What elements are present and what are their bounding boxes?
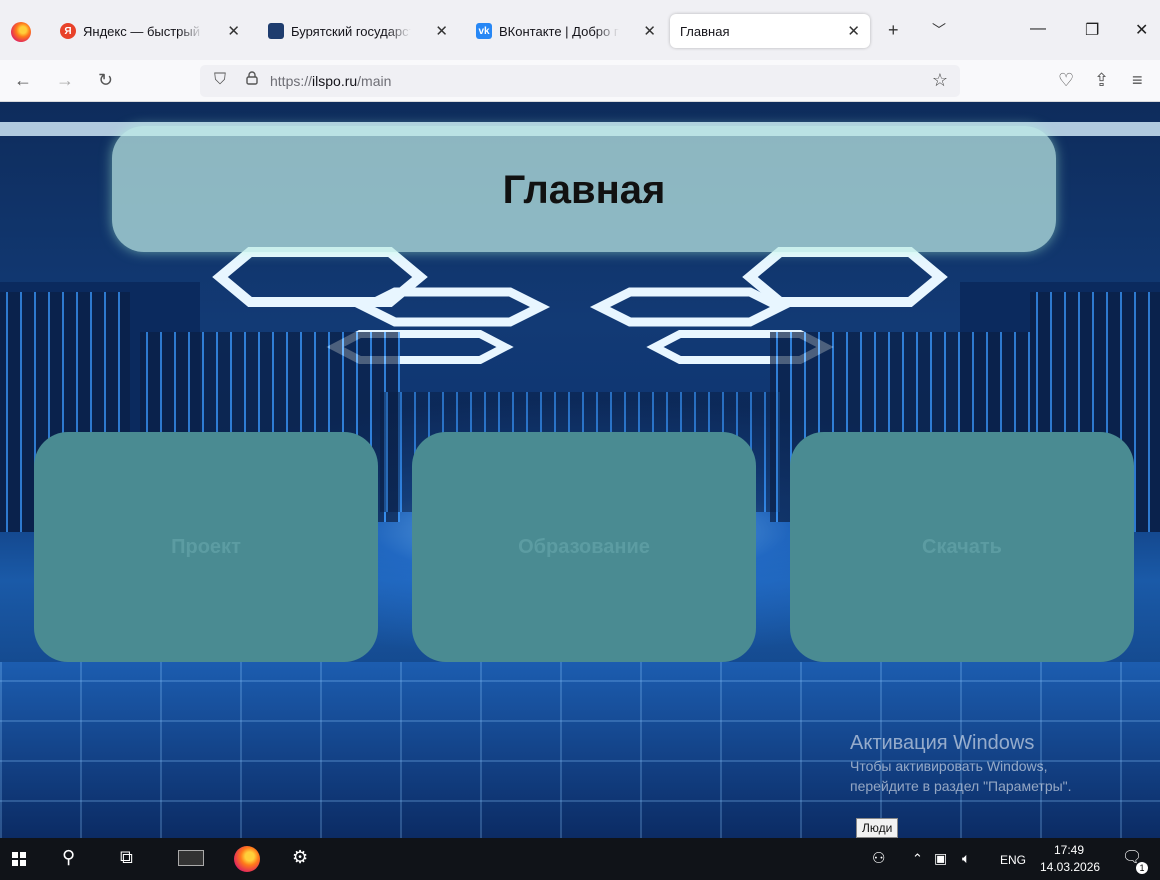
settings-gear-icon[interactable]: ⚙ [292,847,308,868]
header-panel: Главная [112,126,1056,252]
bookmark-star-icon[interactable]: ☆ [932,70,948,91]
tab-yandex[interactable]: Я Яндекс — быстрый п ✕ [50,14,250,48]
reload-icon[interactable]: ↻ [98,70,113,91]
project-button-label: Проект [171,535,241,558]
navigation-bar: ← → ↻ ⛉ https://ilspo.ru/main ☆ ♡ ⇪ ≡ [0,60,1160,102]
url-scheme: https:// [270,73,313,89]
url-path: /main [357,73,392,89]
project-button[interactable]: Проект [34,432,378,662]
network-icon[interactable]: ▣ [934,850,947,867]
yandex-icon: Я [60,23,76,39]
tab-vk[interactable]: vk ВКонтакте | Добро пож ✕ [466,14,666,48]
firefox-taskbar-icon[interactable] [234,846,260,872]
download-button-label: Скачать [922,535,1002,558]
tab-title: Бурятский государстве [291,23,411,39]
close-tab-icon[interactable]: ✕ [227,22,240,40]
tab-bgu[interactable]: Бурятский государстве ✕ [258,14,458,48]
bgu-icon [268,23,284,39]
windows-taskbar: ⚲ ⧉ ⚙ ⚇ ⌃ ▣ 🔈︎ ENG 17:49 14.03.2026 🗨︎ 1 [0,838,1160,880]
tab-title: Главная [680,23,730,39]
vk-icon: vk [476,23,492,39]
restore-icon[interactable]: ❐ [1085,20,1099,40]
share-icon[interactable]: ⇪ [1094,70,1109,91]
screen: Я Яндекс — быстрый п ✕ Бурятский государ… [0,0,1160,880]
tracking-protection-icon[interactable]: ⛉ [214,71,226,89]
search-icon[interactable]: ⚲ [62,847,75,868]
forward-icon[interactable]: → [56,70,74,91]
notification-count-badge: 1 [1136,862,1148,874]
clock-date[interactable]: 14.03.2026 [1040,860,1100,874]
url-domain: ilspo.ru [312,73,358,89]
start-icon[interactable] [12,852,26,866]
firefox-menu-icon[interactable] [11,22,31,42]
close-window-icon[interactable]: ✕ [1135,20,1148,40]
people-tooltip: Люди [856,818,899,838]
page-content: Главная Проект Образование Скачать Актив… [0,102,1160,838]
activation-title: Активация Windows [850,732,1035,754]
close-tab-icon[interactable]: ✕ [643,22,656,40]
terminal-icon[interactable] [178,850,204,866]
clock-time[interactable]: 17:49 [1054,843,1084,857]
list-tabs-icon[interactable]: ﹀ [932,20,946,40]
lock-icon[interactable] [246,71,258,85]
activation-line-2: перейдите в раздел "Параметры". [850,778,1072,794]
close-tab-icon[interactable]: ✕ [847,22,860,40]
download-button[interactable]: Скачать [790,432,1134,662]
tray-expand-icon[interactable]: ⌃ [912,851,923,867]
windows-activation-watermark: Активация Windows Чтобы активировать Win… [850,730,1072,796]
education-button-label: Образование [518,535,650,558]
browser-tab-bar: Я Яндекс — быстрый п ✕ Бурятский государ… [0,0,1160,60]
tab-title: ВКонтакте | Добро пож [499,23,619,39]
volume-icon[interactable]: 🔈︎ [962,850,970,867]
url-text[interactable]: https://ilspo.ru/main [270,73,391,89]
minimize-icon[interactable]: — [1030,20,1046,38]
url-bar[interactable]: ⛉ https://ilspo.ru/main ☆ [200,65,960,97]
education-button[interactable]: Образование [412,432,756,662]
app-menu-icon[interactable]: ≡ [1132,70,1143,91]
people-icon[interactable]: ⚇ [872,849,885,867]
task-view-icon[interactable]: ⧉ [120,847,133,868]
pocket-icon[interactable]: ♡ [1058,70,1074,91]
tab-title: Яндекс — быстрый п [83,23,203,39]
back-icon[interactable]: ← [14,70,32,91]
new-tab-button[interactable]: + [888,20,899,41]
activation-line-1: Чтобы активировать Windows, [850,758,1048,774]
close-tab-icon[interactable]: ✕ [435,22,448,40]
language-indicator[interactable]: ENG [1000,853,1026,867]
page-title: Главная [502,168,666,212]
tab-main[interactable]: Главная ✕ [670,14,870,48]
